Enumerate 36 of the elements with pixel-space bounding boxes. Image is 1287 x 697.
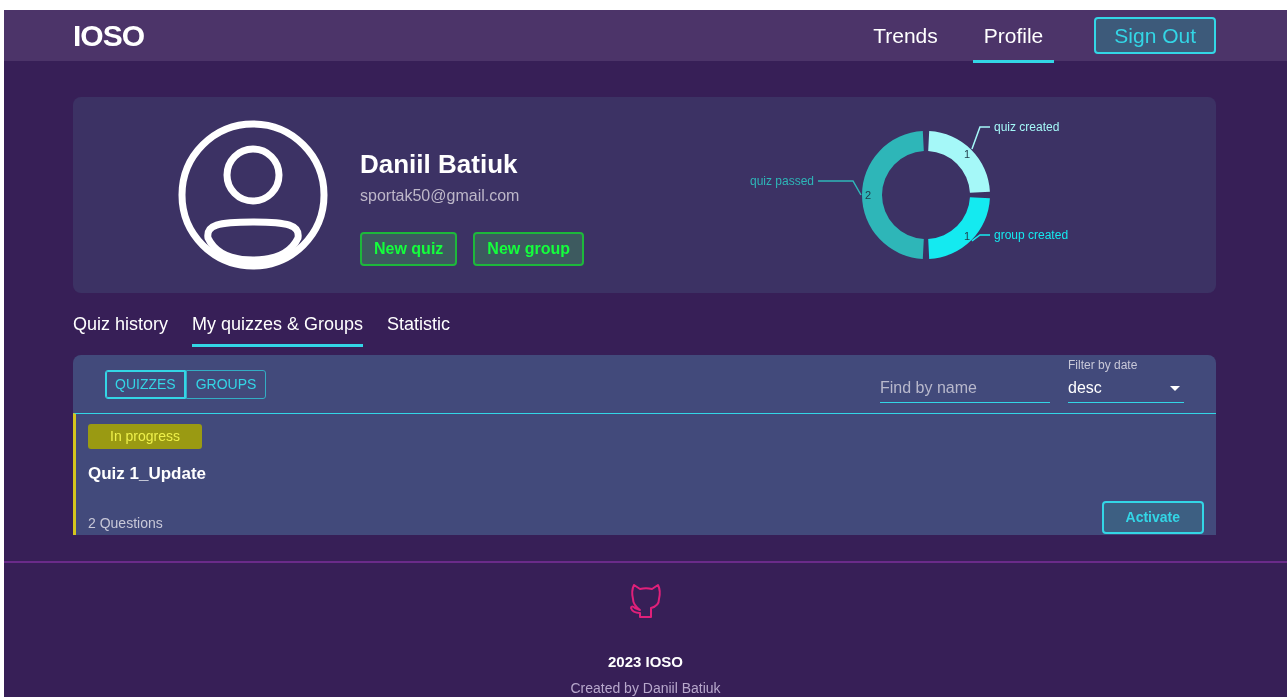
value-label: 2: [864, 189, 872, 201]
legend-label: quiz created: [994, 120, 1060, 134]
nav-link[interactable]: Profile: [972, 7, 1055, 64]
donut-slice: [928, 131, 990, 193]
profile-tab[interactable]: My quizzes & Groups: [192, 307, 364, 347]
toggle-button[interactable]: QUIZZES: [105, 370, 186, 399]
filter-label: Filter by date: [1068, 357, 1139, 374]
caret-icon: [1170, 385, 1180, 391]
toggle-button[interactable]: GROUPS: [185, 370, 267, 399]
legend-label: quiz passed: [749, 174, 814, 188]
date-filter-dropdown[interactable]: desc: [1068, 374, 1184, 403]
donut-slice: [928, 197, 990, 259]
status-tag: In progress: [88, 424, 203, 449]
value-label: 1: [963, 148, 971, 160]
value-label: 1: [963, 230, 971, 242]
sign-out-button[interactable]: Sign Out: [1094, 16, 1216, 55]
new-group-button[interactable]: New group: [473, 231, 584, 266]
new-quiz-button[interactable]: New quiz: [360, 231, 458, 266]
user-email: sportak50@gmail.com: [360, 185, 521, 206]
leader-line: [971, 126, 991, 150]
profile-tab[interactable]: Statistic: [387, 307, 451, 347]
logo[interactable]: IOSO: [73, 13, 144, 58]
credit-text: Created by Daniil Batiuk: [570, 678, 721, 697]
profile-tab[interactable]: Quiz history: [73, 307, 169, 347]
leader-line: [817, 180, 862, 196]
avatar-icon: [178, 120, 328, 270]
question-count: 2 Questions: [88, 513, 163, 533]
nav-link[interactable]: Trends: [862, 7, 949, 64]
search-field[interactable]: Find by name: [880, 374, 1050, 403]
copyright-text: 2023 IOSO: [607, 652, 683, 672]
user-name: Daniil Batiuk: [360, 147, 519, 181]
quiz-title: Quiz 1_Update: [88, 463, 208, 485]
leader-line: [971, 234, 991, 242]
legend-label: group created: [994, 228, 1069, 242]
quiz-item[interactable]: In progress Quiz 1_Update 2 Questions Activate: [73, 413, 1216, 535]
activate-button[interactable]: Activate: [1101, 500, 1204, 534]
